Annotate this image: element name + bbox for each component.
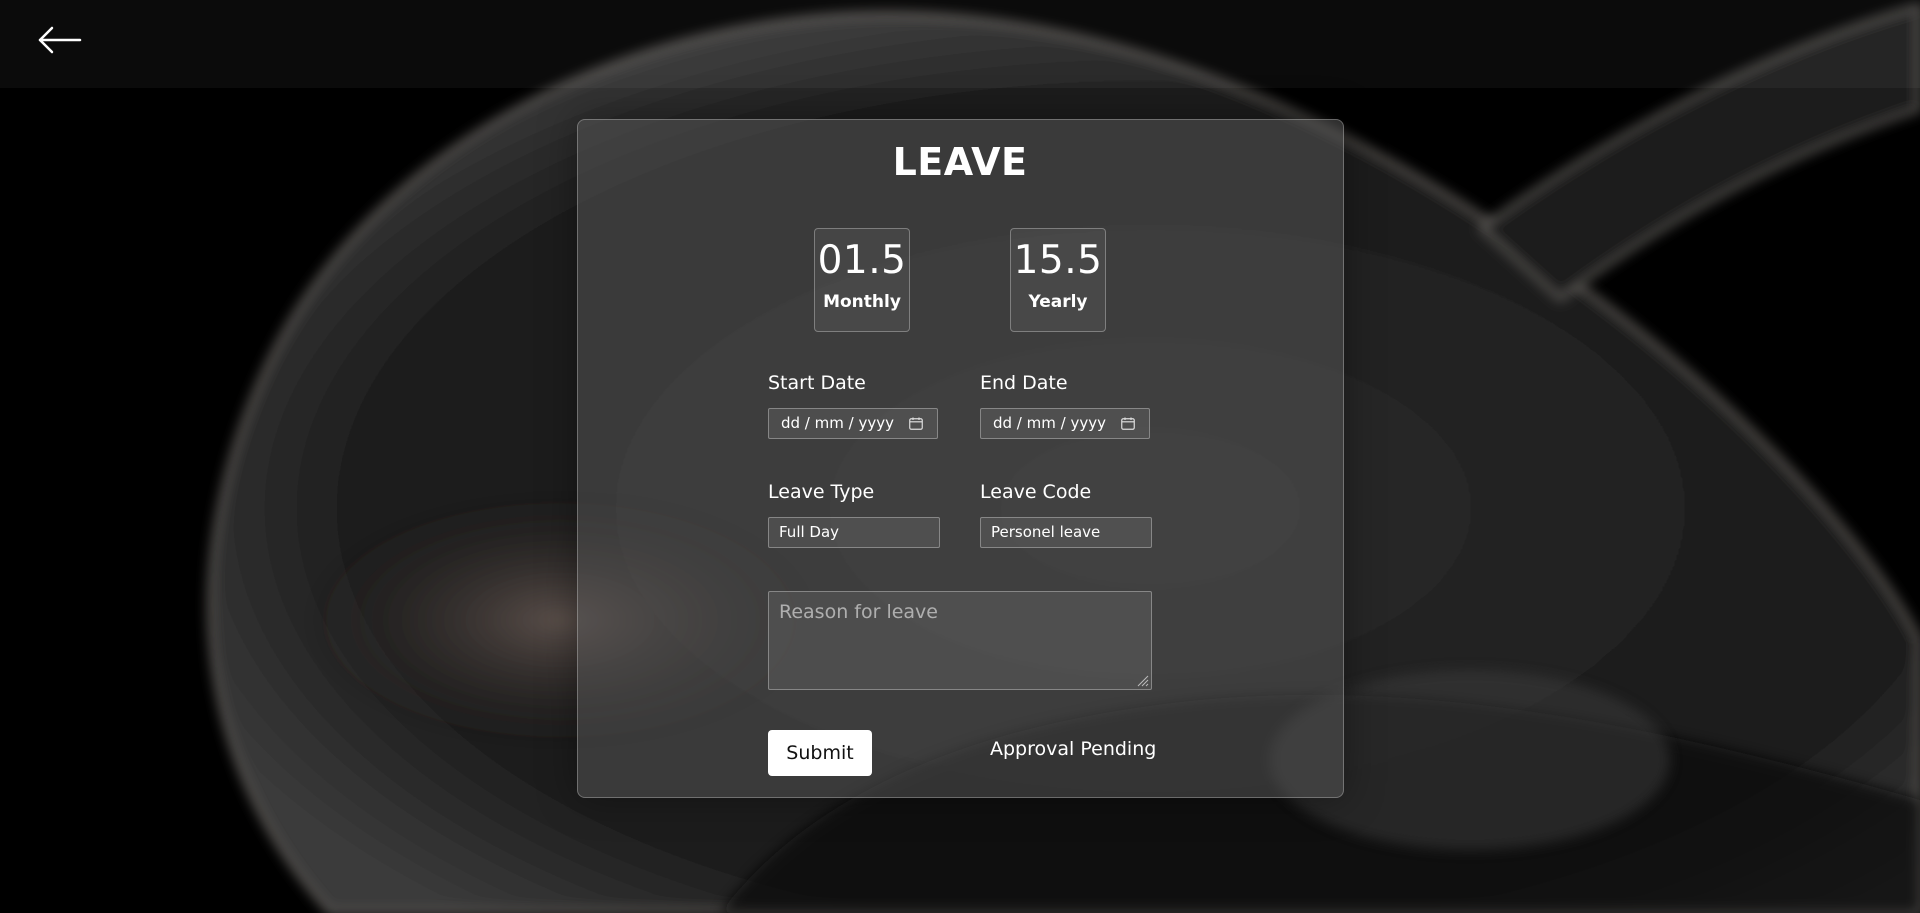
end-date-input[interactable]: dd / mm / yyyy — [980, 408, 1150, 439]
back-button[interactable] — [36, 22, 84, 58]
yearly-leave-label: Yearly — [1028, 292, 1088, 312]
approval-status: Approval Pending — [990, 738, 1157, 760]
leave-form-card — [577, 119, 1344, 798]
yearly-leave-value: 15.5 — [1013, 238, 1103, 283]
top-bar — [0, 0, 1920, 88]
end-date-label: End Date — [980, 372, 1068, 394]
yearly-leave-stat: 15.5 Yearly — [1010, 228, 1106, 332]
start-date-placeholder: dd / mm / yyyy — [781, 414, 894, 432]
page-title: LEAVE — [892, 140, 1028, 184]
calendar-icon[interactable] — [909, 417, 923, 430]
reason-textarea[interactable]: Reason for leave — [768, 591, 1152, 690]
leave-code-label: Leave Code — [980, 481, 1092, 503]
monthly-leave-label: Monthly — [823, 292, 901, 312]
start-date-label: Start Date — [768, 372, 866, 394]
leave-type-label: Leave Type — [768, 481, 875, 503]
monthly-leave-value: 01.5 — [817, 238, 907, 283]
calendar-icon[interactable] — [1121, 417, 1135, 430]
arrow-left-icon — [38, 26, 82, 54]
submit-button[interactable]: Submit — [768, 730, 872, 776]
leave-code-select[interactable]: Personel leave — [980, 517, 1152, 548]
leave-type-select[interactable]: Full Day — [768, 517, 940, 548]
end-date-placeholder: dd / mm / yyyy — [993, 414, 1106, 432]
start-date-input[interactable]: dd / mm / yyyy — [768, 408, 938, 439]
reason-placeholder: Reason for leave — [779, 601, 938, 623]
monthly-leave-stat: 01.5 Monthly — [814, 228, 910, 332]
resize-handle-icon[interactable] — [1135, 673, 1149, 687]
